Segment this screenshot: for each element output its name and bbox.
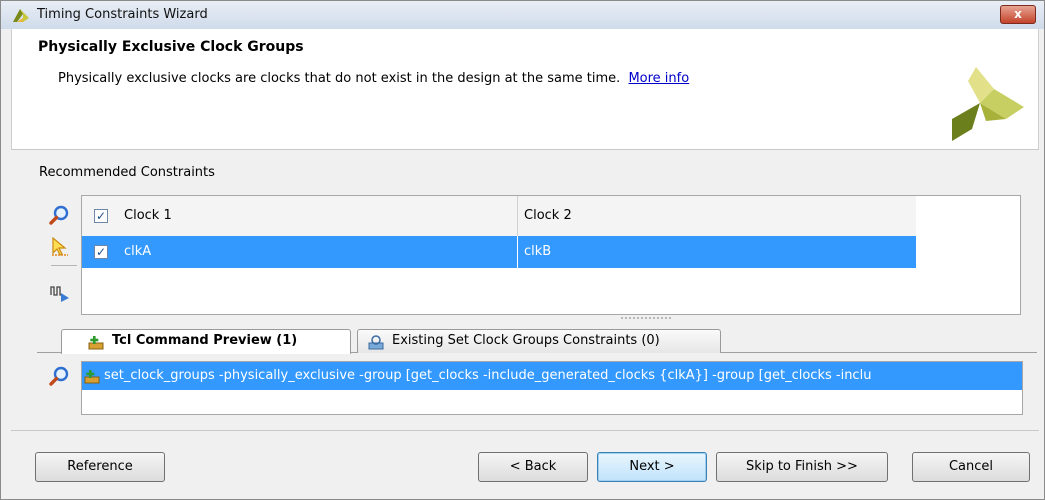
page-description: Physically exclusive clocks are clocks t…	[58, 71, 689, 86]
row-checkbox[interactable]: ✓	[94, 245, 108, 259]
tab-label: Existing Set Clock Groups Constraints (0…	[392, 333, 660, 348]
search-icon[interactable]	[49, 204, 71, 226]
more-info-link[interactable]: More info	[628, 71, 689, 86]
vivado-logo-icon	[13, 9, 29, 22]
icon-divider	[51, 265, 77, 266]
wizard-header: Physically Exclusive Clock Groups Physic…	[11, 29, 1039, 149]
tcl-command-list: set_clock_groups -physically_exclusive -…	[81, 361, 1023, 415]
search-icon[interactable]	[49, 365, 71, 387]
splitter-handle[interactable]	[621, 317, 671, 321]
table-header: ✓ Clock 1 Clock 2	[82, 196, 916, 237]
column-divider	[517, 196, 518, 236]
footer-separator	[11, 430, 1039, 431]
table-row[interactable]: ✓ clkA clkB	[82, 236, 916, 268]
window-title: Timing Constraints Wizard	[37, 7, 208, 22]
tcl-add-icon	[88, 336, 104, 350]
command-text: set_clock_groups -physically_exclusive -…	[104, 368, 872, 383]
column-header-clock1[interactable]: Clock 1	[124, 196, 172, 236]
next-button[interactable]: Next >	[597, 452, 707, 482]
tcl-add-icon	[84, 370, 100, 384]
select-all-checkbox[interactable]: ✓	[94, 209, 108, 223]
title-bar[interactable]: Timing Constraints Wizard x	[1, 1, 1044, 29]
cancel-button[interactable]: Cancel	[912, 452, 1030, 482]
wizard-window: Timing Constraints Wizard x Physically E…	[0, 0, 1045, 500]
close-button[interactable]: x	[1000, 5, 1036, 24]
skip-to-finish-button[interactable]: Skip to Finish >>	[716, 452, 888, 482]
page-title: Physically Exclusive Clock Groups	[38, 39, 304, 55]
constraints-table: ✓ Clock 1 Clock 2 ✓ clkA clkB	[81, 195, 1021, 315]
reference-button[interactable]: Reference	[35, 452, 165, 482]
back-button[interactable]: < Back	[478, 452, 588, 482]
cell-clock2: clkB	[524, 244, 552, 259]
constraints-icon	[368, 335, 384, 350]
description-text: Physically exclusive clocks are clocks t…	[58, 71, 621, 86]
column-header-clock2[interactable]: Clock 2	[524, 196, 572, 236]
tab-existing-constraints[interactable]: Existing Set Clock Groups Constraints (0…	[357, 329, 721, 353]
header-separator	[11, 149, 1039, 150]
tab-tcl-command-preview[interactable]: Tcl Command Preview (1)	[61, 329, 351, 354]
column-divider	[517, 236, 518, 268]
cell-clock1: clkA	[124, 244, 152, 259]
select-pointer-icon[interactable]	[49, 235, 71, 257]
recommended-constraints-label: Recommended Constraints	[39, 165, 215, 180]
command-row[interactable]: set_clock_groups -physically_exclusive -…	[82, 362, 1022, 390]
tab-label: Tcl Command Preview (1)	[112, 333, 298, 348]
waveform-run-icon[interactable]	[49, 281, 71, 303]
vivado-logo-icon	[952, 67, 1024, 141]
